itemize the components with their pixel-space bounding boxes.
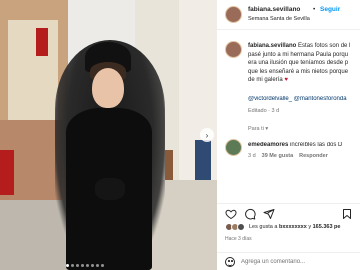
comment-bubble-icon[interactable] <box>244 208 256 220</box>
photo-red-balcony <box>36 28 48 56</box>
caption-avatar[interactable] <box>225 41 242 58</box>
comments-section[interactable]: fabiana.sevillano Estas fotos son de l p… <box>217 30 360 200</box>
carousel-dot <box>101 264 104 267</box>
reply-username[interactable]: emedeamores <box>248 142 288 148</box>
carousel-dot <box>66 264 69 267</box>
caption-username[interactable]: fabiana.sevillano <box>248 43 296 49</box>
carousel-dot <box>76 264 79 267</box>
reply-time: 3 d <box>248 153 256 159</box>
share-paper-plane-icon[interactable] <box>263 208 275 220</box>
post-actions <box>217 203 360 221</box>
caption-line: que les enseñaré a mis nietos porque <box>248 68 349 75</box>
for-you-filter[interactable]: Para ti ▾ <box>248 126 268 132</box>
photo-lace-gloves <box>95 178 125 200</box>
add-comment-input[interactable] <box>241 256 353 268</box>
caption-edited: Editado · 3 d <box>248 108 280 114</box>
next-slide-button[interactable]: › <box>200 128 214 142</box>
header-separator: • <box>313 6 316 13</box>
likes-prefix: Les gusta a <box>249 224 279 230</box>
caption-line: de mi galería <box>248 77 285 83</box>
post-time-ago: Hace 3 días <box>225 236 252 242</box>
carousel-dot <box>71 264 74 267</box>
carousel-dot <box>96 264 99 267</box>
bookmark-icon[interactable] <box>341 208 353 220</box>
post-photo[interactable]: › <box>0 0 217 270</box>
reply-meta: 3 d 39 Me gusta Responder <box>248 153 328 159</box>
like-heart-icon[interactable] <box>225 208 237 220</box>
carousel-dot <box>81 264 84 267</box>
photo-red-door <box>0 150 14 195</box>
author-avatar[interactable] <box>225 6 242 23</box>
likes-summary[interactable]: Les gusta a bxxxxxxxx y 165.363 pe <box>217 222 360 234</box>
reply-body: increíbles las dos D <box>288 142 343 148</box>
heart-emoji-icon: ♥ <box>284 77 288 83</box>
post-header: fabiana.sevillano • Seguir Semana Santa … <box>217 0 360 30</box>
caption-line: Estas fotos son de l <box>296 43 351 49</box>
add-comment-bar <box>217 252 360 270</box>
carousel-dots <box>66 264 104 267</box>
photo-face <box>92 68 124 108</box>
photo-building-left-upper <box>8 20 58 120</box>
carousel-dot <box>91 264 94 267</box>
caption-line: era una ilusión que teníamos desde p <box>248 60 349 66</box>
likes-names[interactable]: bxxxxxxxx <box>279 224 307 230</box>
reply-likes[interactable]: 39 Me gusta <box>262 153 293 159</box>
follow-button[interactable]: Seguir <box>320 6 340 13</box>
author-username[interactable]: fabiana.sevillano <box>248 6 300 13</box>
carousel-dot <box>86 264 89 267</box>
caption-mentions[interactable]: @victordelvalle_ @mantonesforonda <box>248 96 360 102</box>
likes-text: Les gusta a bxxxxxxxx y 165.363 pe <box>249 224 340 230</box>
post-sidebar: fabiana.sevillano • Seguir Semana Santa … <box>217 0 360 270</box>
reply-avatar[interactable] <box>225 139 242 156</box>
caption-text: fabiana.sevillano Estas fotos son de l p… <box>248 42 356 85</box>
chevron-right-icon: › <box>205 130 209 140</box>
reply-button[interactable]: Responder <box>299 153 328 159</box>
liker-avatar <box>237 223 245 231</box>
likes-count[interactable]: 165.363 pe <box>313 224 341 230</box>
emoji-icon[interactable] <box>225 257 235 267</box>
caption-line: pasé junto a mi hermana Paula porqu <box>248 51 349 58</box>
reply-text: emedeamores increíbles las dos D <box>248 142 356 148</box>
post-location[interactable]: Semana Santa de Sevilla <box>248 16 310 22</box>
